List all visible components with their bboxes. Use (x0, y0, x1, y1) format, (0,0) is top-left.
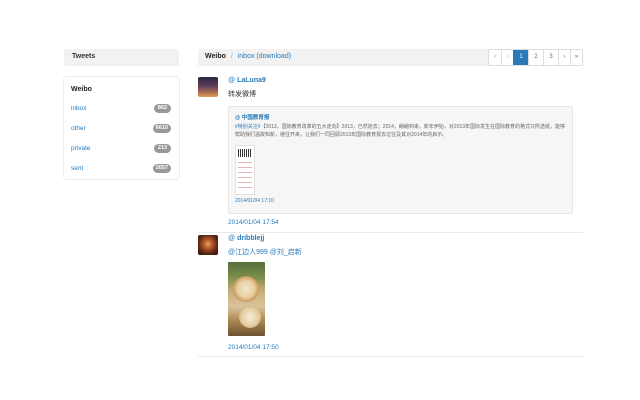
sidebar-item-label: private (71, 145, 91, 152)
at-icon: @ (228, 235, 236, 242)
next-page-button[interactable]: › (558, 50, 570, 65)
tweet-item: @ dribblejj @江边人999 @刘_启新 2014/01/04 17:50 (198, 235, 583, 357)
page-3-button[interactable]: 3 (543, 50, 558, 65)
sidebar-item-label: inbox (71, 105, 87, 112)
breadcrumb: Weibo / inbox (download) (205, 53, 291, 60)
sidebar-item-label: sent (71, 165, 84, 172)
last-page-button[interactable]: » (570, 50, 582, 65)
tweet-text: 转发微博 (228, 91, 256, 98)
retweet-author[interactable]: @ 中国教育报 (235, 113, 566, 121)
sidebar-item-private[interactable]: private 213 (64, 139, 179, 159)
tweet-item: @ LaLuna9 转发微博 @ 中国教育报 #特别关注#【2013，国际教育改革… (198, 77, 583, 233)
sidebar-item-inbox[interactable]: inbox 862 (64, 99, 179, 119)
sidebar-section-title: Weibo (71, 86, 92, 93)
breadcrumb-root[interactable]: Weibo (205, 53, 226, 60)
breadcrumb-separator: / (230, 53, 233, 60)
count-badge: 6610 (152, 124, 171, 133)
tweet-timestamp[interactable]: 2014/01/04 17:54 (228, 219, 279, 226)
download-link[interactable]: (download) (256, 53, 291, 60)
sidebar-header: Tweets (64, 49, 179, 66)
author-name: LaLuna9 (237, 77, 266, 84)
page-2-button[interactable]: 2 (528, 50, 543, 65)
author-name: dribblejj (237, 235, 265, 242)
retweet-text: #特别关注#【2013，国际教育改革的五大走向】2013，已然逝去；2014，翩… (235, 123, 566, 139)
user-avatar[interactable] (198, 235, 218, 255)
tweet-author[interactable]: @ dribblejj (228, 235, 573, 245)
count-badge: 213 (154, 144, 171, 153)
sidebar-item-label: other (71, 125, 86, 132)
tweet-timestamp[interactable]: 2014/01/04 17:50 (228, 344, 279, 351)
sidebar-item-other[interactable]: other 6610 (64, 119, 179, 139)
count-badge: 862 (154, 104, 171, 113)
retweet-content: 【2013，国际教育改革的五大走向】2013，已然逝去；2014，翩翩到来，新年… (235, 124, 566, 138)
breadcrumb-current[interactable]: inbox (238, 53, 255, 60)
count-badge: 2057 (152, 164, 171, 173)
content-header: Weibo / inbox (download) « ‹ 1 2 3 › » (198, 49, 583, 66)
mention-link[interactable]: @刘_启新 (270, 249, 302, 256)
tweet-photo[interactable] (228, 262, 265, 336)
sidebar-nav: Weibo inbox 862 other 6610 private 213 s… (64, 77, 179, 179)
tweet-text: @江边人999 @刘_启新 (228, 247, 573, 257)
page-1-button[interactable]: 1 (513, 50, 528, 65)
pagination: « ‹ 1 2 3 › » (488, 49, 583, 66)
retweet-card: @ 中国教育报 #特别关注#【2013，国际教育改革的五大走向】2013，已然逝… (228, 106, 573, 214)
mention-link[interactable]: @江边人999 (228, 249, 268, 256)
tweet-body: @ LaLuna9 转发微博 (228, 77, 573, 99)
sidebar-item-sent[interactable]: sent 2057 (64, 159, 179, 179)
user-avatar[interactable] (198, 77, 218, 97)
at-icon: @ (228, 77, 236, 84)
retweet-image[interactable] (235, 145, 255, 195)
tweet-author[interactable]: @ LaLuna9 (228, 77, 573, 87)
prev-page-button[interactable]: ‹ (501, 50, 513, 65)
first-page-button[interactable]: « (489, 50, 501, 65)
tweet-body: @ dribblejj @江边人999 @刘_启新 (228, 235, 573, 257)
hashtag-link[interactable]: #特别关注# (235, 124, 261, 130)
retweet-timestamp[interactable]: 2014/01/04 17:10 (235, 198, 566, 204)
